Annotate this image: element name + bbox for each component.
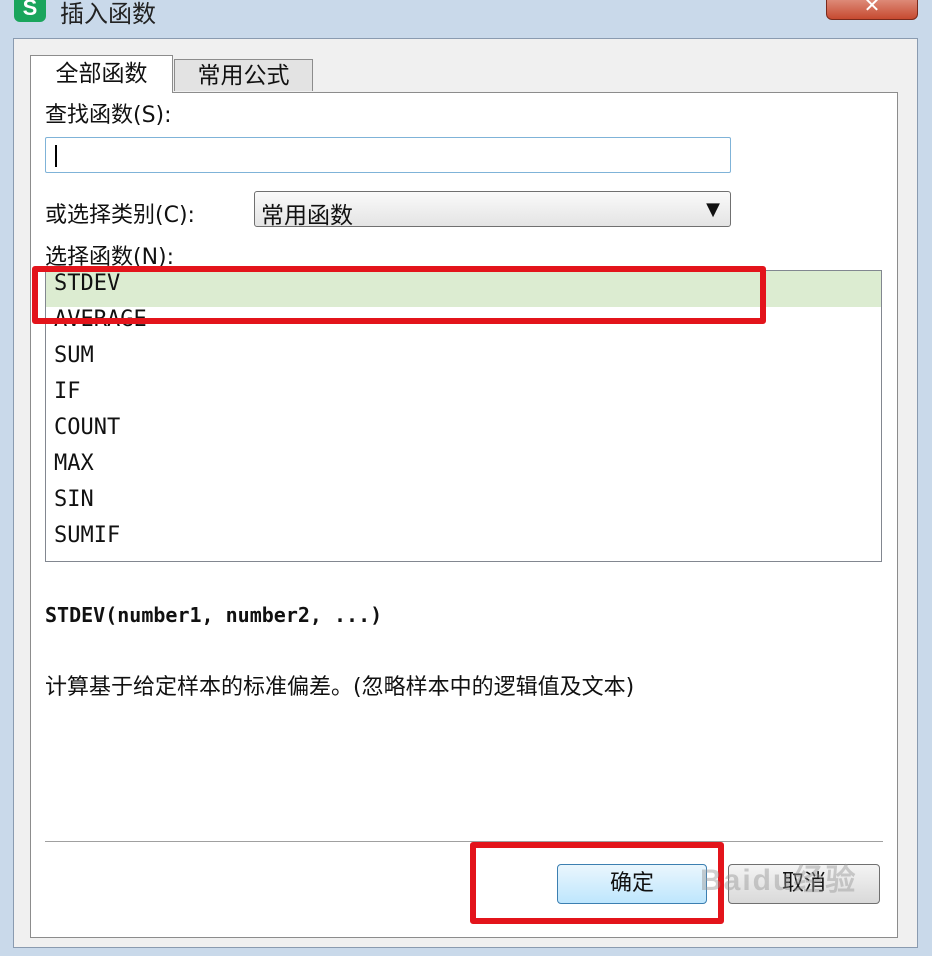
category-label: 或选择类别(C): [45, 203, 195, 228]
spreadsheet-app-icon: S [14, 0, 46, 22]
category-select[interactable]: 常用函数 ▼ [254, 191, 731, 229]
function-signature: STDEV(number1, number2, ...) [45, 603, 383, 627]
list-item[interactable]: MAX [46, 451, 881, 487]
list-item[interactable]: SUMIF [46, 523, 881, 559]
search-label: 查找函数(S): [45, 103, 172, 128]
tab-common-formulas[interactable]: 常用公式 [174, 59, 313, 91]
close-button[interactable]: ✕ [826, 0, 918, 20]
list-item[interactable]: COUNT [46, 415, 881, 451]
function-description: 计算基于给定样本的标准偏差。(忽略样本中的逻辑值及文本) [45, 675, 635, 700]
annotation-highlight-ok [470, 842, 724, 924]
dialog-title: 插入函数 [60, 0, 156, 28]
tab-panel: 查找函数(S): 或选择类别(C): 常用函数 ▼ 选择函数(N): STDEV… [30, 92, 898, 938]
list-item[interactable]: SIN [46, 487, 881, 523]
text-caret [55, 145, 57, 167]
watermark: Baidu经验 [700, 864, 858, 897]
chevron-down-icon[interactable]: ▼ [706, 199, 720, 220]
tab-all-functions[interactable]: 全部函数 [30, 55, 173, 93]
dialog-body: 全部函数 常用公式 查找函数(S): 或选择类别(C): 常用函数 ▼ 选择函数… [13, 38, 918, 948]
list-item[interactable]: SUM [46, 343, 881, 379]
title-bar: S 插入函数 ✕ [0, 0, 932, 34]
divider [45, 841, 883, 842]
category-selected-value: 常用函数 [261, 203, 353, 229]
list-item[interactable]: IF [46, 379, 881, 415]
annotation-highlight-function [32, 266, 766, 324]
search-function-input[interactable] [45, 137, 731, 173]
